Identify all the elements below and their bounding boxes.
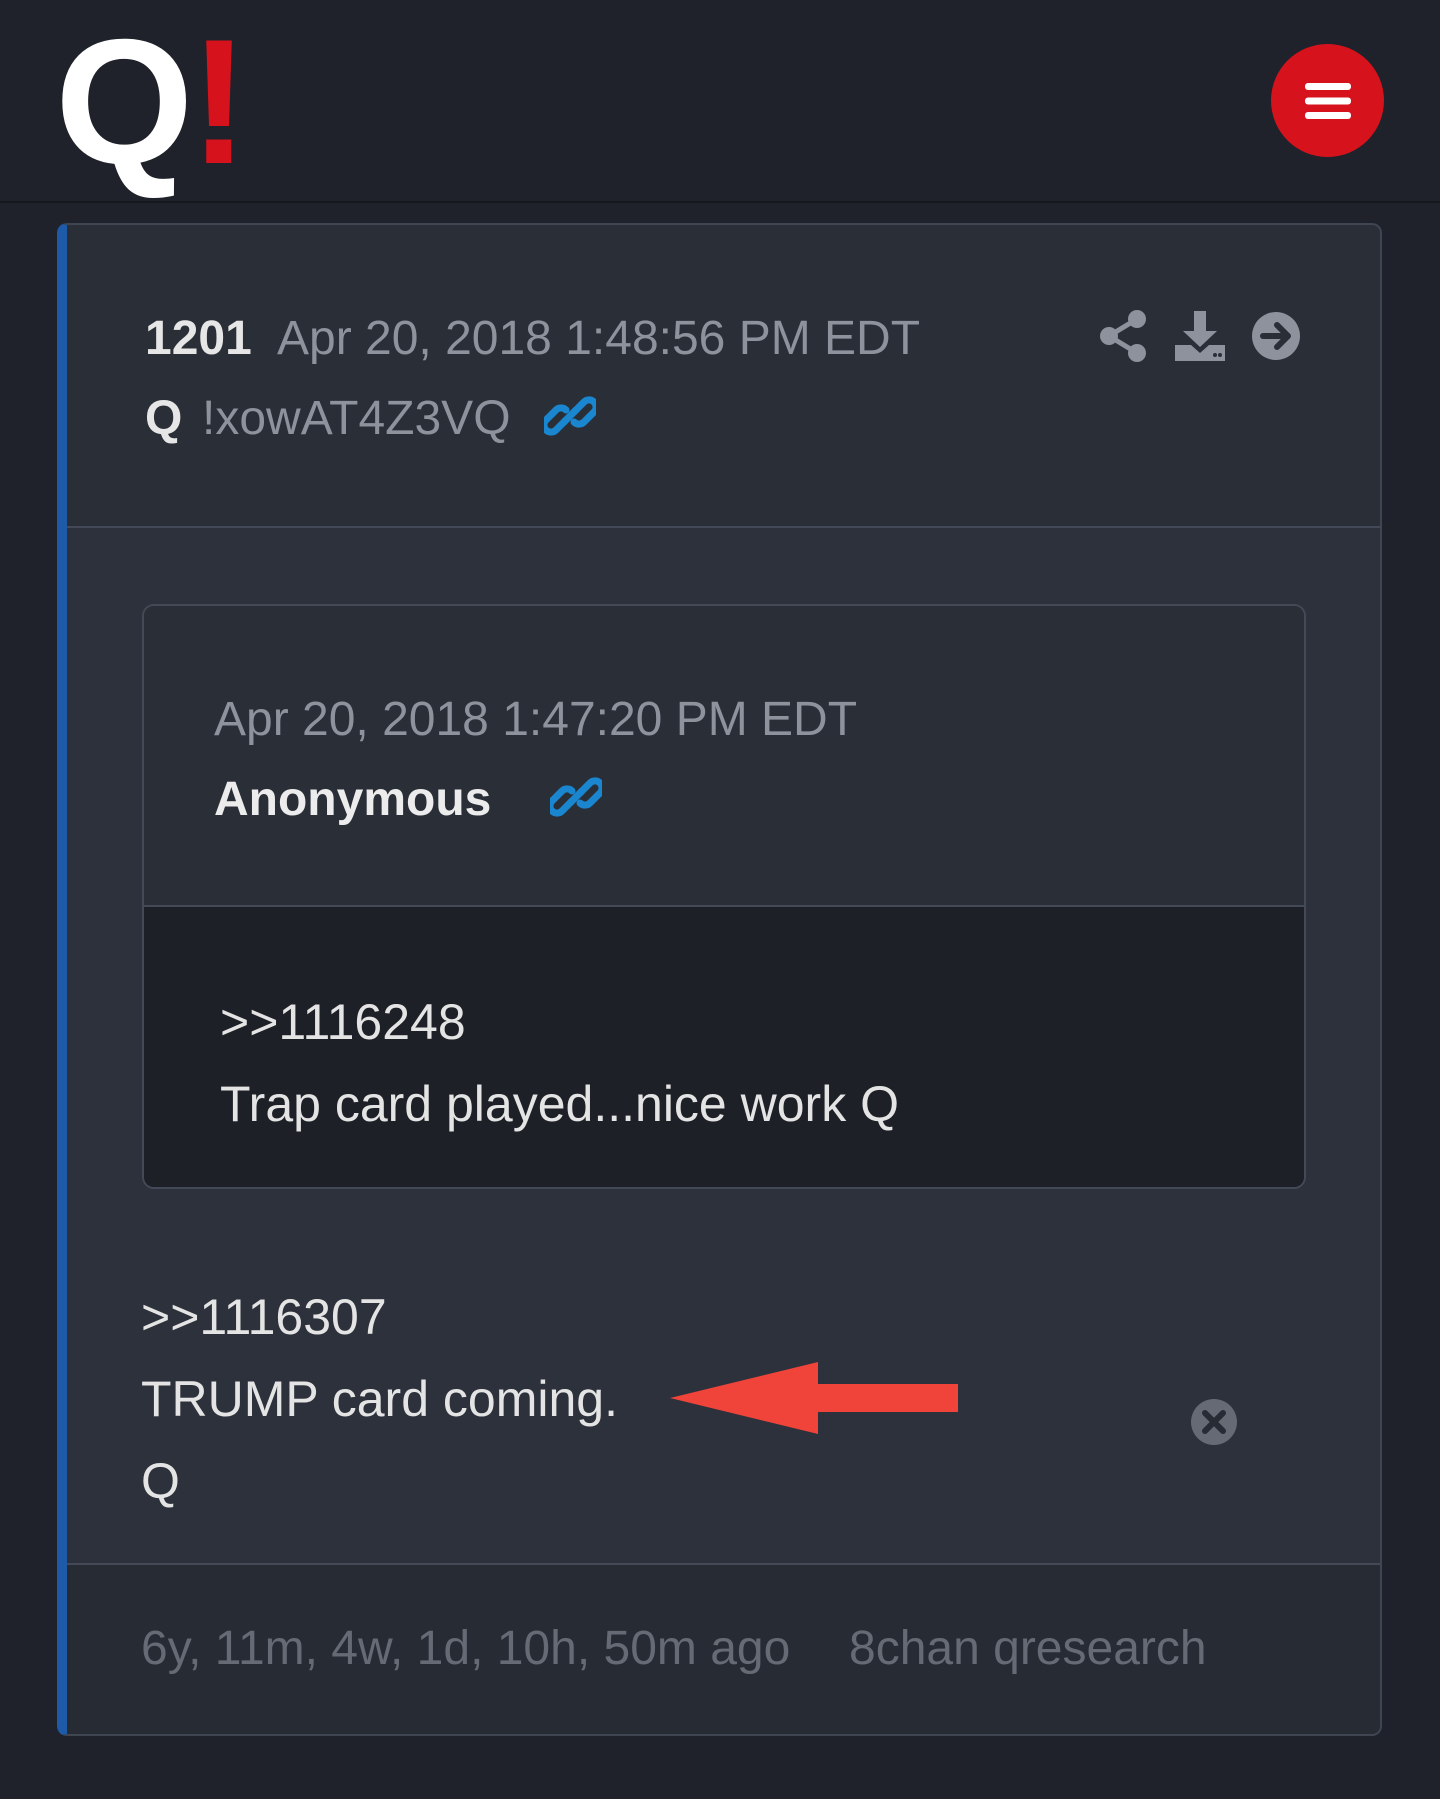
- logo-q: Q: [55, 2, 193, 201]
- post-source: 8chan qresearch: [849, 1622, 1207, 1675]
- share-icon[interactable]: [1097, 309, 1151, 363]
- quoted-post-body: >>1116248 Trap card played...nice work Q: [144, 907, 1304, 1187]
- post-number[interactable]: 1201: [145, 311, 252, 366]
- post-author: Q: [145, 392, 183, 445]
- quoted-post-reply-link[interactable]: >>1116248: [220, 993, 466, 1051]
- quoted-post-header: Apr 20, 2018 1:47:20 PM EDT Anonymous: [144, 606, 1304, 907]
- quoted-post-date: Apr 20, 2018 1:47:20 PM EDT: [214, 693, 858, 746]
- post-age: 6y, 11m, 4w, 1d, 10h, 50m ago: [141, 1622, 791, 1675]
- logo-exclamation: !: [189, 2, 249, 201]
- post-signature: Q: [141, 1453, 180, 1509]
- quoted-post-author: Anonymous: [214, 773, 492, 826]
- link-icon[interactable]: [544, 390, 596, 442]
- annotation-arrow-icon: [670, 1362, 958, 1434]
- top-bar: Q!: [0, 0, 1440, 203]
- link-icon[interactable]: [550, 771, 602, 823]
- post-header: 1201 Apr 20, 2018 1:48:56 PM EDT Q !xowA…: [67, 225, 1380, 528]
- quoted-post-text: Trap card played...nice work Q: [220, 1076, 899, 1132]
- post-footer: 6y, 11m, 4w, 1d, 10h, 50m ago 8chan qres…: [67, 1563, 1380, 1734]
- arrow-right-circle-icon[interactable]: [1249, 309, 1303, 363]
- site-logo[interactable]: Q!: [55, 13, 249, 191]
- post-tripcode: !xowAT4Z3VQ: [202, 392, 511, 445]
- quoted-post: Apr 20, 2018 1:47:20 PM EDT Anonymous >>…: [142, 604, 1306, 1189]
- close-icon[interactable]: [1190, 1398, 1238, 1446]
- post-date: Apr 20, 2018 1:48:56 PM EDT: [277, 312, 921, 365]
- download-icon[interactable]: [1173, 309, 1227, 363]
- hamburger-menu-icon: [1304, 82, 1351, 119]
- post-text-line: TRUMP card coming.: [141, 1371, 618, 1427]
- post-reply-link[interactable]: >>1116307: [141, 1288, 387, 1346]
- menu-button[interactable]: [1271, 44, 1384, 157]
- post-card: 1201 Apr 20, 2018 1:48:56 PM EDT Q !xowA…: [57, 223, 1382, 1736]
